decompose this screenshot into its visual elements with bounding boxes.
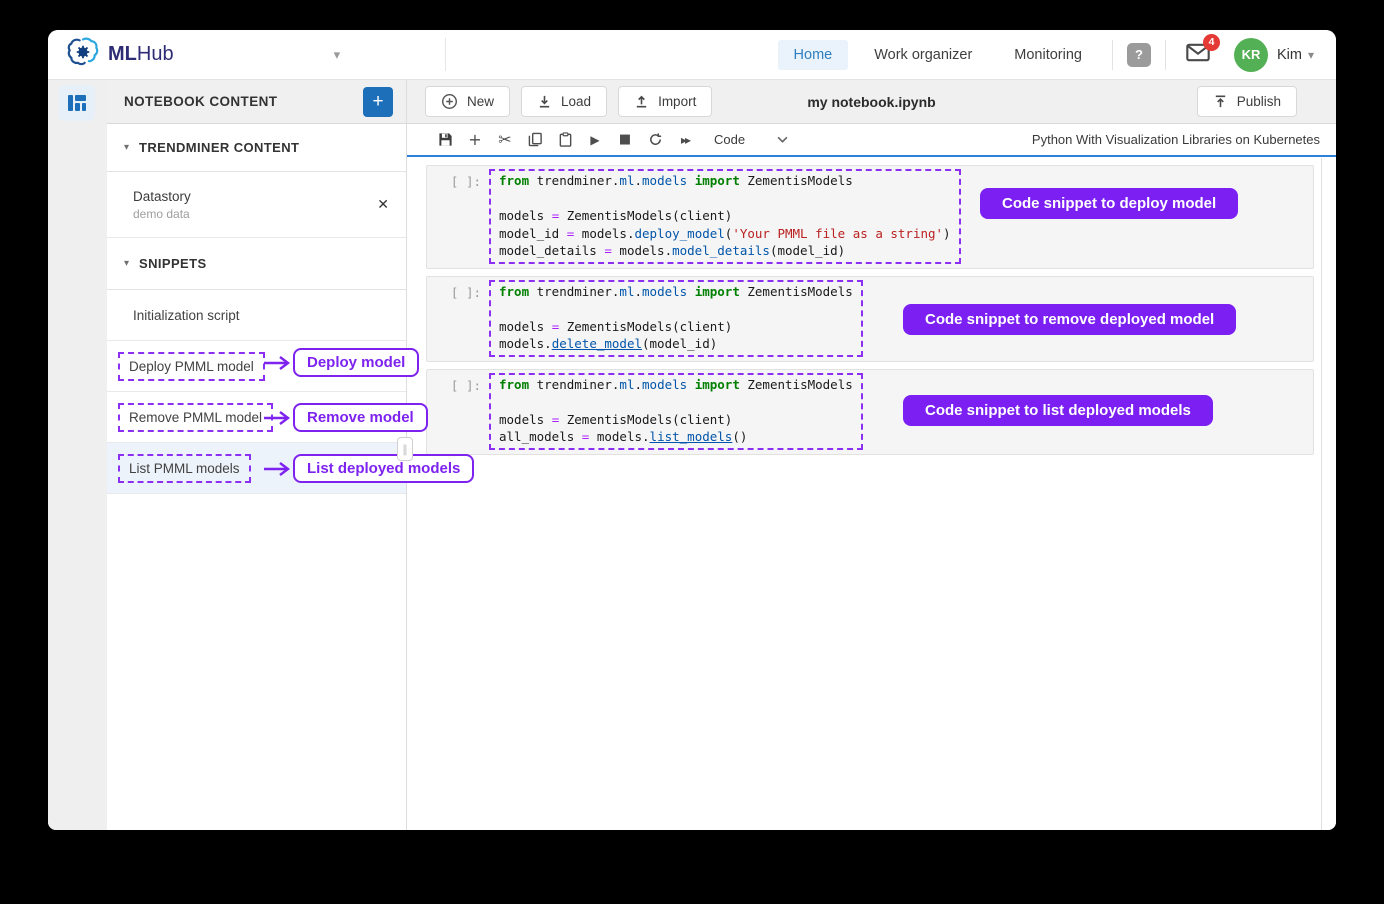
scrollbar-track[interactable] xyxy=(1321,158,1322,830)
sidebar-header: NOTEBOOK CONTENT + xyxy=(107,80,406,124)
notebook-cell-toolbar: + ✂ ▶ ■ ▸▸ Code Python With Visual xyxy=(407,124,1336,157)
panel-resize-handle[interactable]: ∥ xyxy=(397,437,413,461)
snippet-remove-pmml-model[interactable]: Remove PMML model xyxy=(107,392,406,443)
chevron-down-icon[interactable]: ▾ xyxy=(334,47,341,63)
chevron-down-icon: ▾ xyxy=(124,258,129,269)
left-icon-strip xyxy=(48,80,107,830)
download-icon xyxy=(537,94,552,109)
close-icon[interactable]: ✕ xyxy=(377,196,389,213)
datastory-subtitle: demo data xyxy=(133,207,191,221)
restart-kernel-icon[interactable] xyxy=(640,132,670,147)
load-notebook-button[interactable]: Load xyxy=(521,86,607,117)
user-name[interactable]: Kim xyxy=(1277,47,1302,63)
add-content-button[interactable]: + xyxy=(363,87,393,117)
nav-home[interactable]: Home xyxy=(778,40,849,70)
annotation-dashed-outline: List PMML models xyxy=(118,454,251,483)
datastory-title: Datastory xyxy=(133,189,191,204)
run-icon[interactable]: ▶ xyxy=(580,133,610,147)
app-window: MLHub ▾ Home Work organizer Monitoring ?… xyxy=(48,30,1336,830)
divider xyxy=(1112,40,1113,70)
copy-icon[interactable] xyxy=(520,132,550,147)
annotation-dashed-outline: Remove PMML model xyxy=(118,403,273,432)
annotation-label-remove: Code snippet to remove deployed model xyxy=(903,304,1236,335)
chevron-down-icon: ▾ xyxy=(124,142,129,153)
brand-name: MLHub xyxy=(108,43,174,66)
annotation-dashed-outline: from trendminer.ml.models import Zementi… xyxy=(489,280,863,357)
annotation-label-list: Code snippet to list deployed models xyxy=(903,395,1213,426)
stop-icon[interactable]: ■ xyxy=(610,132,640,147)
section-snippets[interactable]: ▾ SNIPPETS xyxy=(107,238,406,290)
nav-work-organizer[interactable]: Work organizer xyxy=(858,40,988,70)
cell-prompt: [ ]: xyxy=(427,169,489,191)
sidebar: NOTEBOOK CONTENT + ▾ TRENDMINER CONTENT … xyxy=(107,80,407,830)
cut-icon[interactable]: ✂ xyxy=(490,130,520,149)
top-bar: MLHub ▾ Home Work organizer Monitoring ?… xyxy=(48,30,1336,80)
add-cell-icon[interactable]: + xyxy=(460,130,490,149)
new-notebook-button[interactable]: New xyxy=(425,86,510,117)
annotation-dashed-outline: from trendminer.ml.models import Zementi… xyxy=(489,373,863,450)
snippet-list-pmml-models[interactable]: List PMML models xyxy=(107,443,406,494)
main-area: New Load Import my notebook.ipynb Publis… xyxy=(407,80,1336,830)
cell-prompt: [ ]: xyxy=(427,280,489,302)
plus-circle-icon xyxy=(441,93,458,110)
code-cell-deploy[interactable]: [ ]: from trendminer.ml.models import Ze… xyxy=(426,165,1314,269)
brand-logo[interactable]: MLHub xyxy=(48,37,174,72)
code-cell-list[interactable]: [ ]: from trendminer.ml.models import Ze… xyxy=(426,369,1314,455)
cell-prompt: [ ]: xyxy=(427,373,489,395)
upload-icon xyxy=(634,94,649,109)
mail-icon[interactable]: 4 xyxy=(1186,43,1210,67)
topbar-divider xyxy=(445,38,446,71)
help-icon[interactable]: ? xyxy=(1127,43,1151,67)
notebook-file-toolbar: New Load Import my notebook.ipynb Publis… xyxy=(407,80,1336,124)
annotation-label-deploy: Code snippet to deploy model xyxy=(980,188,1238,219)
avatar[interactable]: KR xyxy=(1234,38,1268,72)
mlhub-brain-icon xyxy=(66,37,100,72)
import-notebook-button[interactable]: Import xyxy=(618,86,712,117)
snippet-deploy-pmml-model[interactable]: Deploy PMML model xyxy=(107,341,406,392)
paste-icon[interactable] xyxy=(550,132,580,147)
notebook-cells-area: [ ]: from trendminer.ml.models import Ze… xyxy=(407,157,1336,830)
notification-badge: 4 xyxy=(1203,34,1220,51)
chevron-down-icon xyxy=(777,136,788,143)
chevron-down-icon[interactable]: ▾ xyxy=(1308,48,1314,62)
publish-button[interactable]: Publish xyxy=(1197,86,1297,117)
code-cell-remove[interactable]: [ ]: from trendminer.ml.models import Ze… xyxy=(426,276,1314,362)
layout-panel-icon[interactable] xyxy=(59,85,95,121)
fast-forward-icon[interactable]: ▸▸ xyxy=(670,133,700,147)
publish-icon xyxy=(1213,94,1228,109)
nav-monitoring[interactable]: Monitoring xyxy=(998,40,1098,70)
save-icon[interactable] xyxy=(430,132,460,147)
cell-type-dropdown[interactable]: Code xyxy=(714,132,788,147)
annotation-dashed-outline: from trendminer.ml.models import Zementi… xyxy=(489,169,961,264)
datastory-item[interactable]: Datastory demo data ✕ xyxy=(107,172,406,238)
section-trendminer-content[interactable]: ▾ TRENDMINER CONTENT xyxy=(107,124,406,172)
snippet-initialization-script[interactable]: Initialization script xyxy=(107,290,406,341)
divider xyxy=(1165,40,1166,70)
annotation-dashed-outline: Deploy PMML model xyxy=(118,352,265,381)
kernel-name[interactable]: Python With Visualization Libraries on K… xyxy=(1032,132,1320,147)
sidebar-title: NOTEBOOK CONTENT xyxy=(124,94,277,109)
topbar-right: Home Work organizer Monitoring ? 4 KR Ki… xyxy=(778,38,1336,72)
